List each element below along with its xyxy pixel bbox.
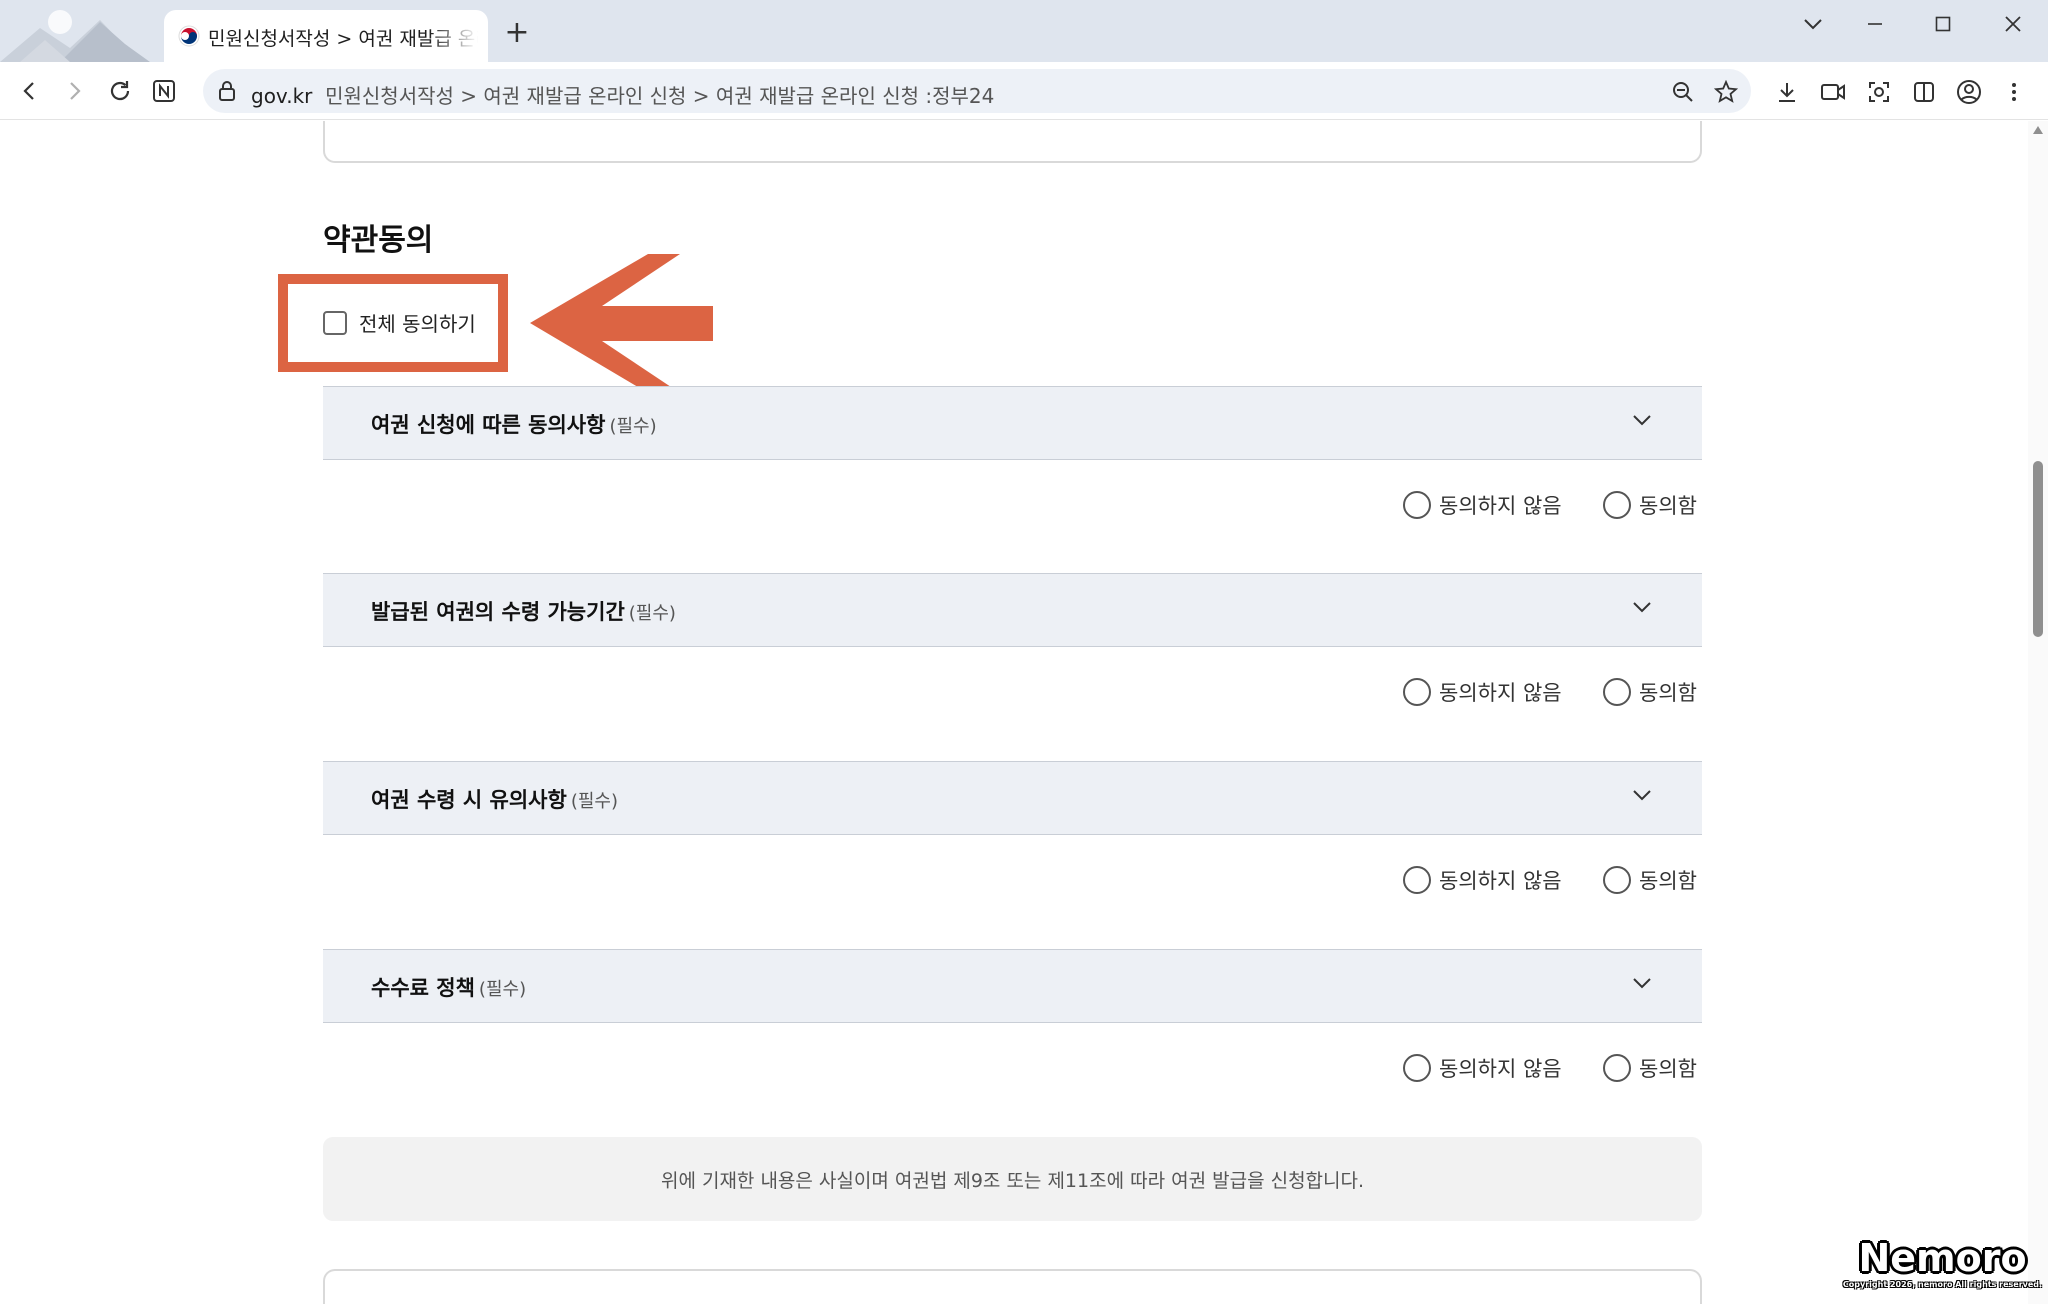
bookmark-star-icon[interactable] [1713,79,1739,105]
new-tab-button[interactable]: + [500,16,534,50]
agreement-title: 발급된 여권의 수령 가능기간 (필수) [371,600,676,624]
agree-radio[interactable]: 동의함 [1603,1053,1697,1083]
zoom-icon[interactable] [1670,79,1696,105]
agreement-radio-group-3: 동의하지 않음 동의함 [1400,865,1702,897]
vertical-scrollbar[interactable] [2028,121,2048,1304]
agreement-accordion-2[interactable]: 발급된 여권의 수령 가능기간 (필수) [323,573,1702,647]
url-host: gov.kr [251,84,313,108]
download-icon [1779,83,1795,102]
address-bar[interactable]: gov.kr 민원신청서작성 > 여권 재발급 온라인 신청 > 여권 재발급 … [203,69,1751,113]
maximize-button[interactable] [1920,6,1966,42]
declaration-notice: 위에 기재한 내용은 사실이며 여권법 제9조 또는 제11조에 따라 여권 발… [323,1137,1702,1221]
url-path: 민원신청서작성 > 여권 재발급 온라인 신청 > 여권 재발급 온라인 신청 … [325,84,995,108]
agree-radio[interactable]: 동의함 [1603,490,1697,520]
close-icon [2005,16,2021,32]
browser-toolbar: gov.kr 민원신청서작성 > 여권 재발급 온라인 신청 > 여권 재발급 … [0,62,2048,120]
profile-button[interactable] [1954,77,1984,107]
reload-icon [110,81,130,101]
disagree-radio[interactable]: 동의하지 않음 [1403,677,1562,707]
chevron-down-icon [1633,602,1651,613]
back-arrow-icon [23,82,34,100]
downloads-button[interactable] [1772,77,1802,107]
plus-icon: + [504,15,530,50]
watermark: Nemoro Copyright 2026, nemoro All rights… [1840,1236,2045,1289]
tab-title: 민원신청서작성 > 여권 재발급 온라인 신청 :정부24 [208,28,478,50]
agreement-title: 여권 수령 시 유의사항 (필수) [371,788,618,812]
agreement-title: 수수료 정책 (필수) [371,976,527,1000]
disagree-radio[interactable]: 동의하지 않음 [1403,1053,1562,1083]
next-section-box [323,1269,1702,1304]
minimize-button[interactable] [1852,6,1898,42]
chevron-down-icon [1804,19,1822,30]
chevron-down-icon [1633,978,1651,989]
agree-radio[interactable]: 동의함 [1603,865,1697,895]
close-window-button[interactable] [1990,6,2036,42]
taegeuk-favicon-icon [178,25,200,47]
annotation-arrow-icon [530,254,713,393]
agreement-radio-group-2: 동의하지 않음 동의함 [1400,677,1702,709]
more-vertical-icon [2012,83,2016,101]
minimize-icon [1868,23,1882,25]
agreement-radio-group-1: 동의하지 않음 동의함 [1400,490,1702,522]
notion-icon [153,80,175,102]
maximize-icon [1935,16,1951,32]
site-info-icon[interactable] [217,80,237,106]
chevron-down-icon [1633,790,1651,801]
chevron-down-icon [1633,415,1651,426]
media-button[interactable] [1818,77,1848,107]
disagree-radio[interactable]: 동의하지 않음 [1403,865,1562,895]
agreement-accordion-3[interactable]: 여권 수령 시 유의사항 (필수) [323,761,1702,835]
back-button[interactable] [12,73,48,109]
previous-section-box [323,121,1702,163]
tab-search-button[interactable] [1790,6,1836,42]
agreement-radio-group-4: 동의하지 않음 동의함 [1400,1053,1702,1085]
active-tab[interactable]: 민원신청서작성 > 여권 재발급 온라인 신청 :정부24 [164,10,488,62]
agreement-accordion-1[interactable]: 여권 신청에 따른 동의사항 (필수) [323,386,1702,460]
watermark-copyright: Copyright 2026, nemoro All rights reserv… [1842,1280,2043,1289]
agree-radio[interactable]: 동의함 [1603,677,1697,707]
watermark-logo: Nemoro [1858,1236,2027,1280]
theme-artwork [0,0,160,62]
agreement-title: 여권 신청에 따른 동의사항 (필수) [371,413,657,437]
tab-strip: 민원신청서작성 > 여권 재발급 온라인 신청 :정부24 + [0,0,2048,62]
disagree-radio[interactable]: 동의하지 않음 [1403,490,1562,520]
forward-button[interactable] [56,73,92,109]
screenshot-icon [1869,82,1889,102]
screenshot-button[interactable] [1864,77,1894,107]
agreement-accordion-4[interactable]: 수수료 정책 (필수) [323,949,1702,1023]
section-title: 약관동의 [323,223,434,258]
forward-arrow-icon [70,82,81,100]
profile-icon [1957,80,1981,104]
notice-text: 위에 기재한 내용은 사실이며 여권법 제9조 또는 제11조에 따라 여권 발… [660,1169,1365,1192]
scroll-thumb[interactable] [2033,461,2043,637]
menu-button[interactable] [1999,77,2029,107]
url-text: gov.kr 민원신청서작성 > 여권 재발급 온라인 신청 > 여권 재발급 … [251,80,994,109]
page-viewport: 약관동의 전체 동의하기 여권 신청에 따른 동의사항 (필수) 동의하지 않음 … [0,121,2028,1304]
video-camera-icon [1821,84,1845,100]
highlight-box [278,274,508,372]
reload-button[interactable] [102,73,138,109]
scroll-up-arrow-icon[interactable] [2032,125,2044,135]
notion-extension-button[interactable] [146,73,182,109]
split-view-button[interactable] [1909,77,1939,107]
side-panel-icon [1914,82,1934,102]
